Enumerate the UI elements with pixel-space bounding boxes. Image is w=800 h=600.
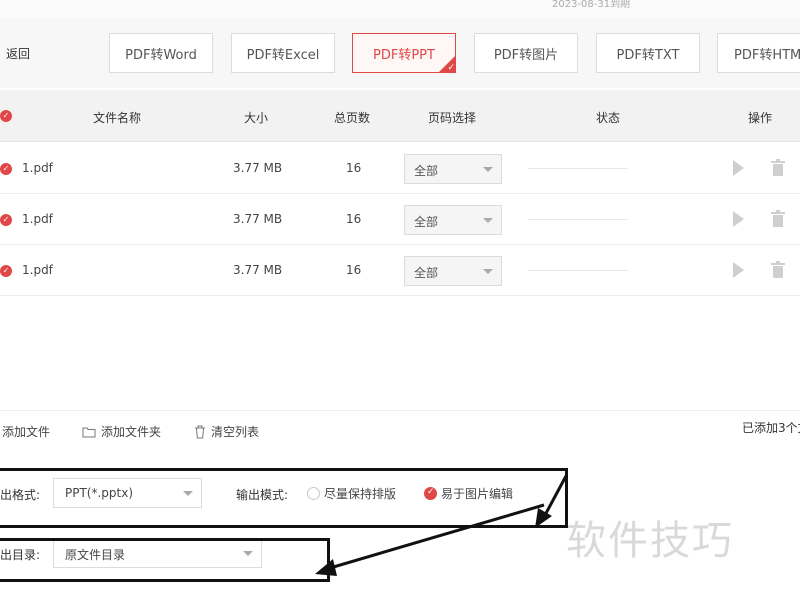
annotation-arrow	[542, 475, 568, 518]
annotation-arrow	[329, 503, 545, 570]
arrowhead-icon	[535, 508, 552, 528]
watermark: 软件技巧	[566, 518, 734, 564]
arrowhead-icon	[315, 559, 337, 576]
